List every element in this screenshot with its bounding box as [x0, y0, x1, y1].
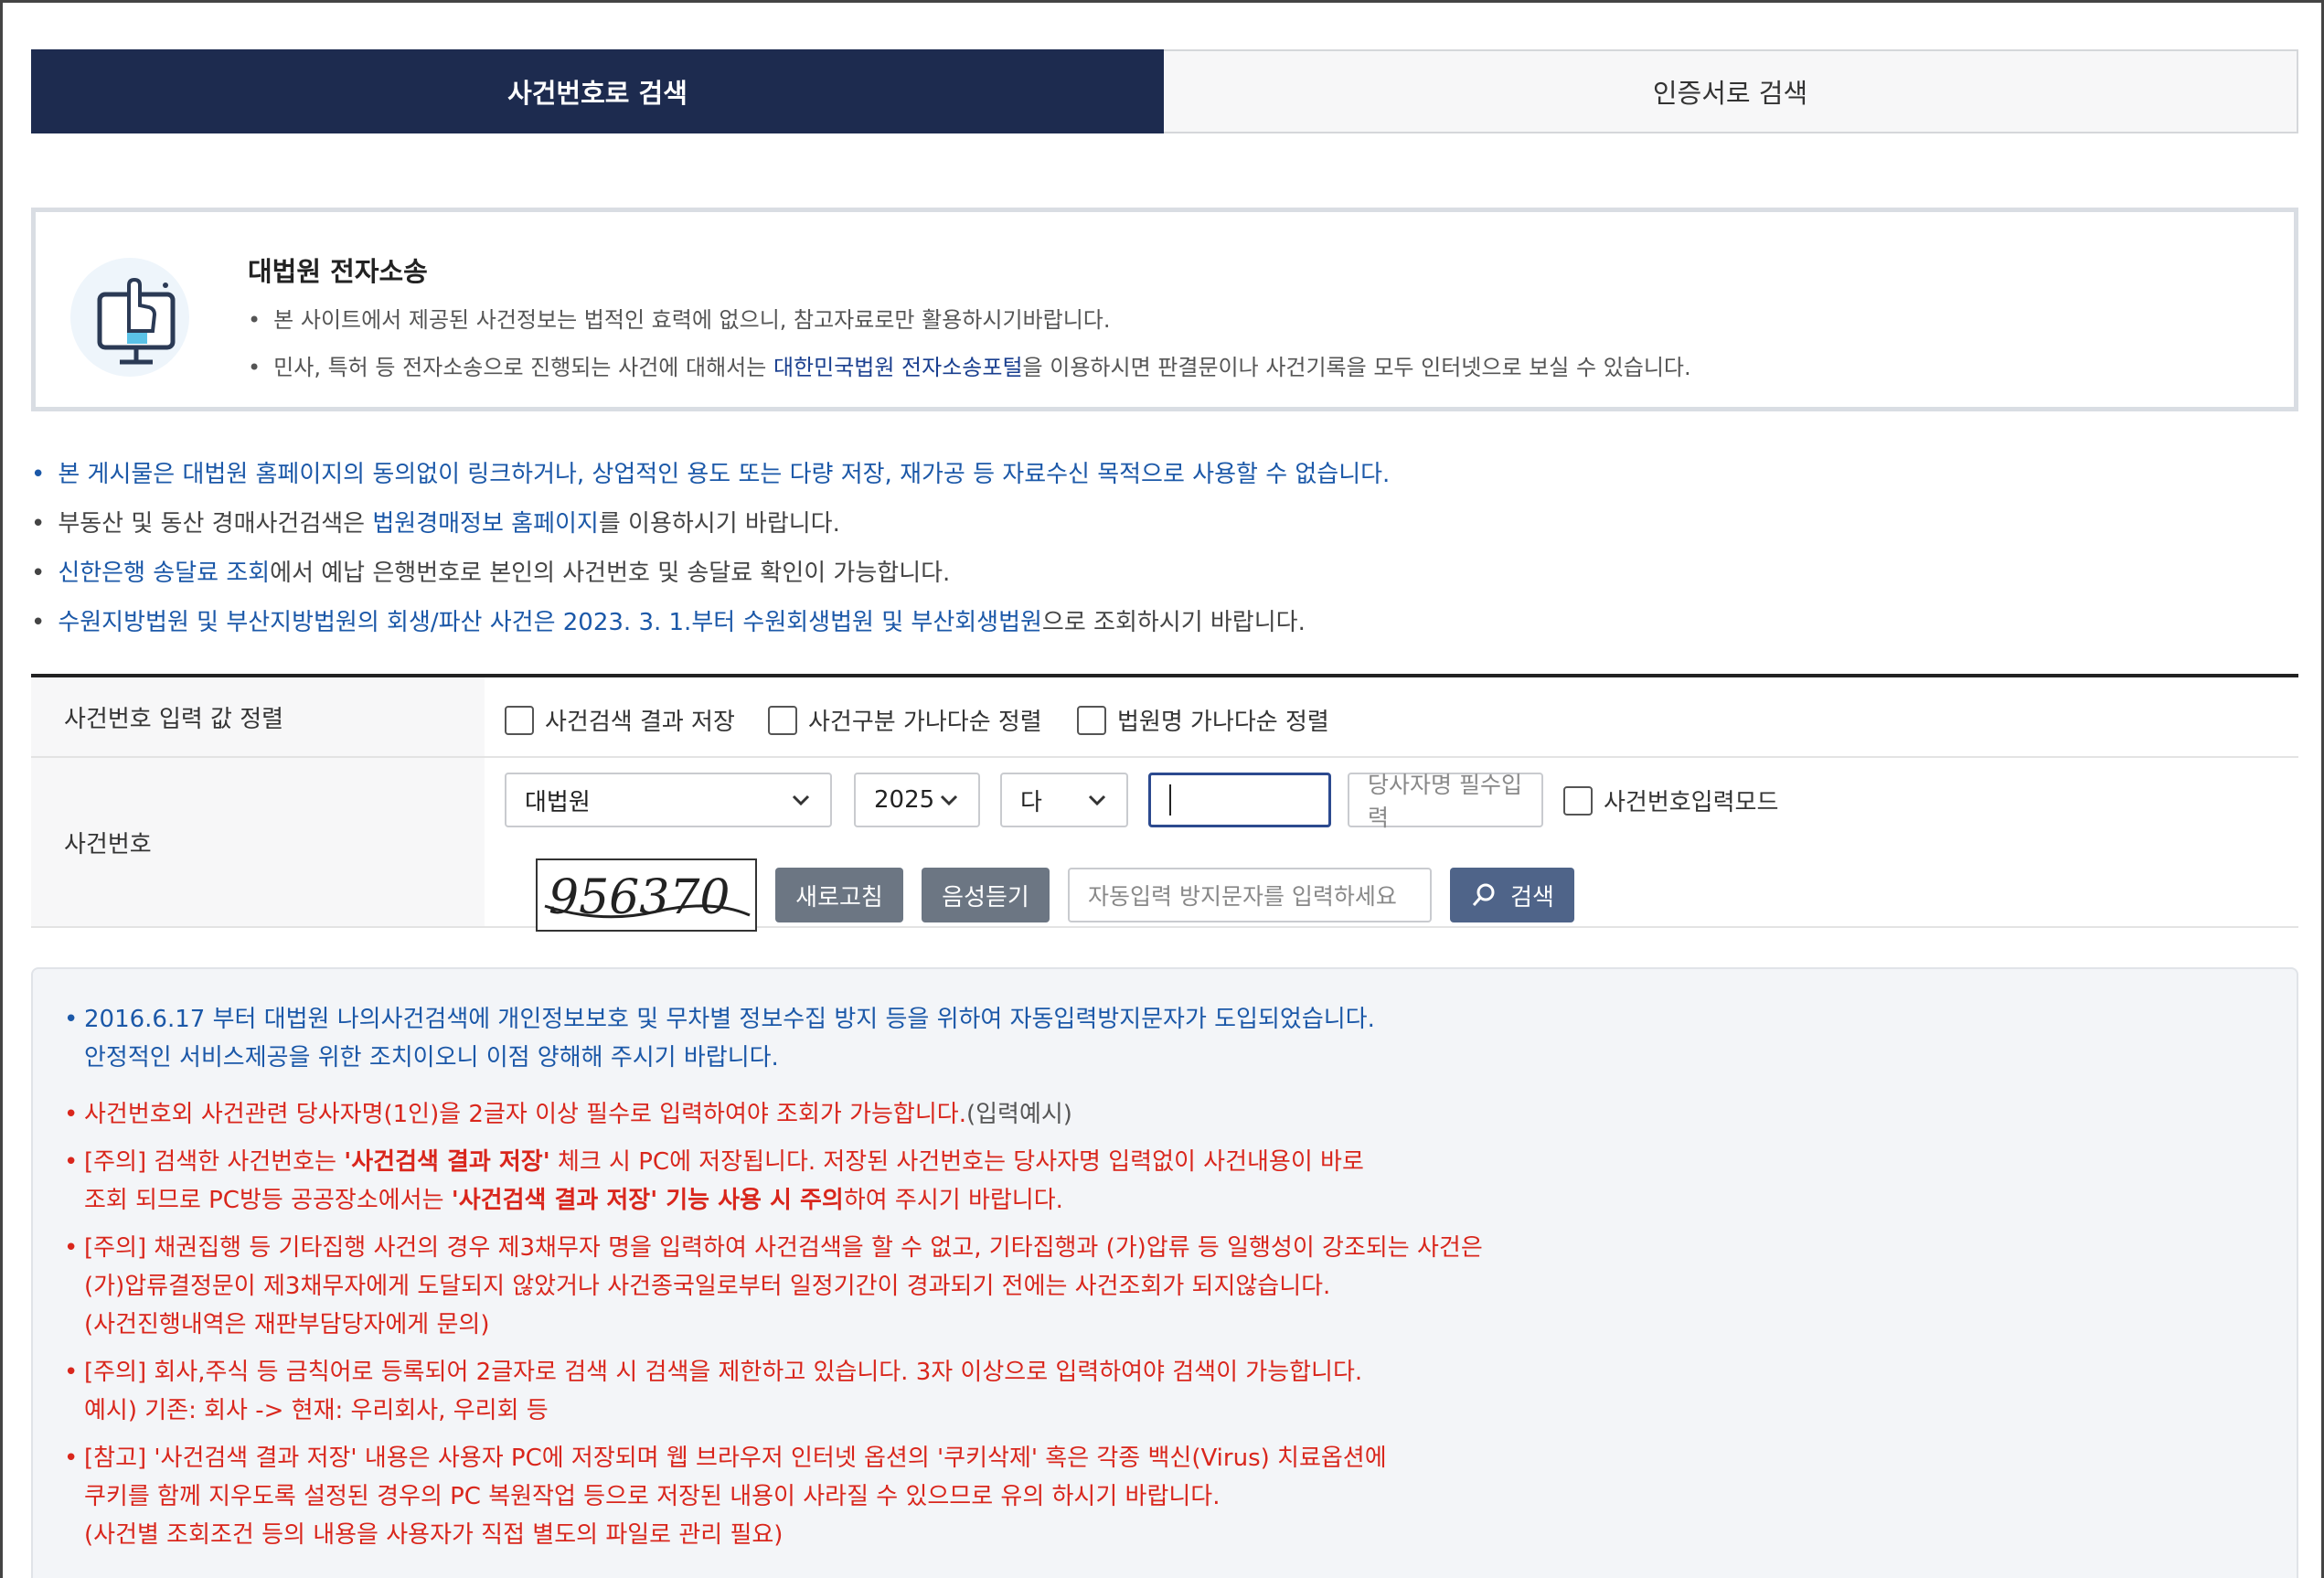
tab-certificate-search[interactable]: 인증서로 검색 — [1164, 49, 2298, 133]
tab-case-number-search[interactable]: 사건번호로 검색 — [31, 49, 1164, 133]
captcha-image: 956370 — [536, 858, 757, 932]
sort-options-label: 사건번호 입력 값 정렬 — [31, 677, 485, 756]
info-line-4: • 수원지방법원 및 부산지방법원의 회생/파산 사건은 2023. 3. 1.부… — [31, 609, 1306, 636]
note-party-required: • 사건번호외 사건관련 당사자명(1인)을 2글자 이상 필수로 입력하여야 조… — [64, 1101, 1072, 1128]
case-type-sort-checkbox[interactable]: 사건구분 가나다순 정렬 — [768, 703, 1042, 737]
info-line-2: • 부동산 및 동산 경매사건검색은 법원경매정보 홈페이지를 이용하시기 바랍니… — [31, 510, 840, 538]
case-number-label: 사건번호 — [31, 758, 485, 926]
note-save-warning: • [주의] 검색한 사건번호는 '사건검색 결과 저장' 체크 시 PC에 저장… — [64, 1148, 1364, 1214]
case-type-select[interactable]: 다 — [1000, 773, 1128, 827]
note-captcha-intro: • 2016.6.17 부터 대법원 나의사건검색에 개인정보보호 및 무차별 정… — [64, 1006, 1375, 1072]
chevron-down-icon — [792, 794, 810, 806]
notice-line-1: • 본 사이트에서 제공된 사건정보는 법적인 효력에 없으니, 참고자료로만 활… — [248, 307, 1111, 333]
note-execution-warning: • [주의] 채권집행 등 기타집행 사건의 경우 제3채무자 명을 입력하여 사… — [64, 1234, 1483, 1338]
search-button[interactable]: 검색 — [1450, 868, 1574, 922]
e-litigation-portal-link[interactable]: 대한민국법원 전자소송포털 — [773, 355, 1023, 380]
save-result-checkbox[interactable]: 사건검색 결과 저장 — [505, 703, 735, 737]
rehabilitation-court-link[interactable]: 수원지방법원 및 부산지방법원의 회생/파산 사건은 2023. 3. 1.부터… — [58, 609, 1042, 636]
search-tabs: 사건번호로 검색 인증서로 검색 — [31, 49, 2298, 133]
case-serial-input[interactable] — [1148, 773, 1331, 827]
chevron-down-icon — [940, 794, 958, 806]
case-number-input-mode-checkbox[interactable]: 사건번호입력모드 — [1563, 784, 1778, 817]
usage-notes-box: • 2016.6.17 부터 대법원 나의사건검색에 개인정보보호 및 무차별 정… — [31, 967, 2298, 1578]
notice-line-2: • 민사, 특허 등 전자소송으로 진행되는 사건에 대해서는 대한민국법원 전자… — [248, 355, 1691, 380]
e-litigation-notice: 대법원 전자소송 • 본 사이트에서 제공된 사건정보는 법적인 효력에 없으니,… — [31, 208, 2298, 411]
svg-text:956370: 956370 — [549, 870, 730, 925]
refresh-captcha-button[interactable]: 새로고침 — [775, 868, 903, 922]
chevron-down-icon — [1088, 794, 1106, 806]
year-select[interactable]: 2025 — [854, 773, 980, 827]
sort-options-row: 사건번호 입력 값 정렬 사건검색 결과 저장 사건구분 가나다순 정렬 법원명… — [31, 677, 2298, 758]
court-select[interactable]: 대법원 — [505, 773, 832, 827]
captcha-input[interactable]: 자동입력 방지문자를 입력하세요 — [1068, 868, 1432, 922]
case-search-form: 사건번호 입력 값 정렬 사건검색 결과 저장 사건구분 가나다순 정렬 법원명… — [31, 674, 2298, 932]
court-name-sort-checkbox[interactable]: 법원명 가나다순 정렬 — [1077, 703, 1329, 737]
touch-monitor-icon — [70, 258, 189, 377]
party-name-input[interactable]: 당사자명 필수입력 — [1348, 772, 1543, 831]
info-line-3: • 신한은행 송달료 조회에서 예납 은행번호로 본인의 사건번호 및 송달료 확… — [31, 560, 951, 587]
note-forbidden-words: • [주의] 회사,주식 등 금칙어로 등록되어 2글자로 검색 시 검색을 제한… — [64, 1359, 1363, 1424]
info-line-1: • 본 게시물은 대법원 홈페이지의 동의없이 링크하거나, 상업적인 용도 또는… — [31, 461, 1391, 488]
audio-captcha-button[interactable]: 음성듣기 — [922, 868, 1050, 922]
note-cookie-reference: • [참고] '사건검색 결과 저장' 내용은 사용자 PC에 저장되며 웹 브라… — [64, 1445, 1387, 1549]
magnifier-icon — [1472, 883, 1495, 906]
notice-title: 대법원 전자소송 — [248, 256, 428, 287]
auction-info-link[interactable]: 법원경매정보 홈페이지 — [372, 510, 598, 538]
shinhan-fee-link[interactable]: 신한은행 송달료 조회 — [58, 560, 270, 587]
